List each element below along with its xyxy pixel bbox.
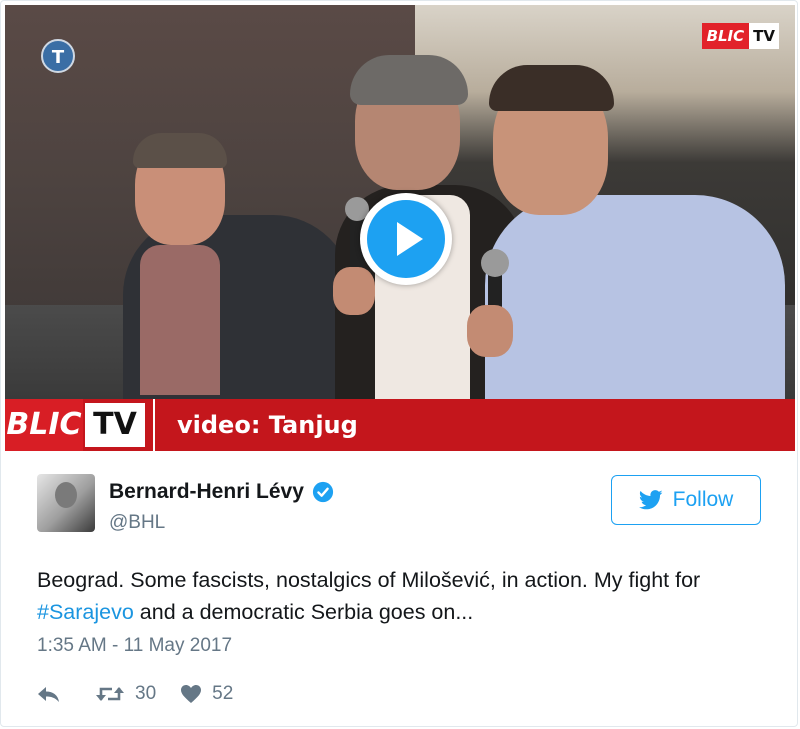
tweet-embed: T BLIC TV BLIC TV video: Tanjug Bernard-… xyxy=(0,0,798,727)
play-button[interactable] xyxy=(360,193,452,285)
person-right-body xyxy=(485,195,785,399)
like-icon xyxy=(181,685,202,703)
microphone-right-head xyxy=(481,249,509,277)
caption-blic-logo: BLIC xyxy=(5,399,83,451)
author-name[interactable]: Bernard-Henri Lévy xyxy=(109,480,334,504)
video-player[interactable]: T BLIC TV xyxy=(5,5,795,399)
author-name-text: Bernard-Henri Lévy xyxy=(109,480,304,503)
hashtag-link[interactable]: #Sarajevo xyxy=(37,600,134,624)
follow-button[interactable]: Follow xyxy=(611,475,761,525)
play-icon xyxy=(367,200,445,278)
blic-watermark-text: BLIC xyxy=(701,23,750,49)
caption-tv-logo: TV xyxy=(85,403,145,447)
tweet-text: Beograd. Some fascists, nostalgics of Mi… xyxy=(37,564,757,628)
tv-watermark-text: TV xyxy=(749,23,779,49)
caption-divider xyxy=(153,399,155,451)
person-right-hair xyxy=(489,65,614,111)
follow-label: Follow xyxy=(672,488,734,511)
caption-text: video: Tanjug xyxy=(177,411,358,439)
tweet-text-after: and a democratic Serbia goes on... xyxy=(133,600,474,624)
person-left-shirt xyxy=(140,245,220,395)
like-button[interactable]: 52 xyxy=(180,683,233,705)
avatar[interactable] xyxy=(37,474,95,532)
retweet-count: 30 xyxy=(135,683,157,704)
like-count: 52 xyxy=(212,683,234,704)
tweet-timestamp[interactable]: 1:35 AM - 11 May 2017 xyxy=(37,635,232,657)
tweet-text-before: Beograd. Some fascists, nostalgics of Mi… xyxy=(37,568,701,592)
blic-tv-watermark: BLIC TV xyxy=(701,23,779,49)
hand-center xyxy=(333,267,375,315)
channel-logo: T xyxy=(41,39,75,73)
twitter-bird-icon xyxy=(638,490,663,510)
retweet-button[interactable]: 30 xyxy=(95,683,156,705)
reply-icon xyxy=(38,687,59,702)
author-handle[interactable]: @BHL xyxy=(109,512,165,534)
reply-button[interactable] xyxy=(37,684,71,704)
person-left-hair xyxy=(133,133,227,168)
verified-icon xyxy=(312,481,333,503)
person-center-hair xyxy=(350,55,468,105)
tweet-actions: 30 52 xyxy=(37,681,257,707)
retweet-icon xyxy=(96,687,124,701)
video-caption-bar: BLIC TV video: Tanjug xyxy=(5,399,795,451)
hand-right xyxy=(467,305,513,357)
